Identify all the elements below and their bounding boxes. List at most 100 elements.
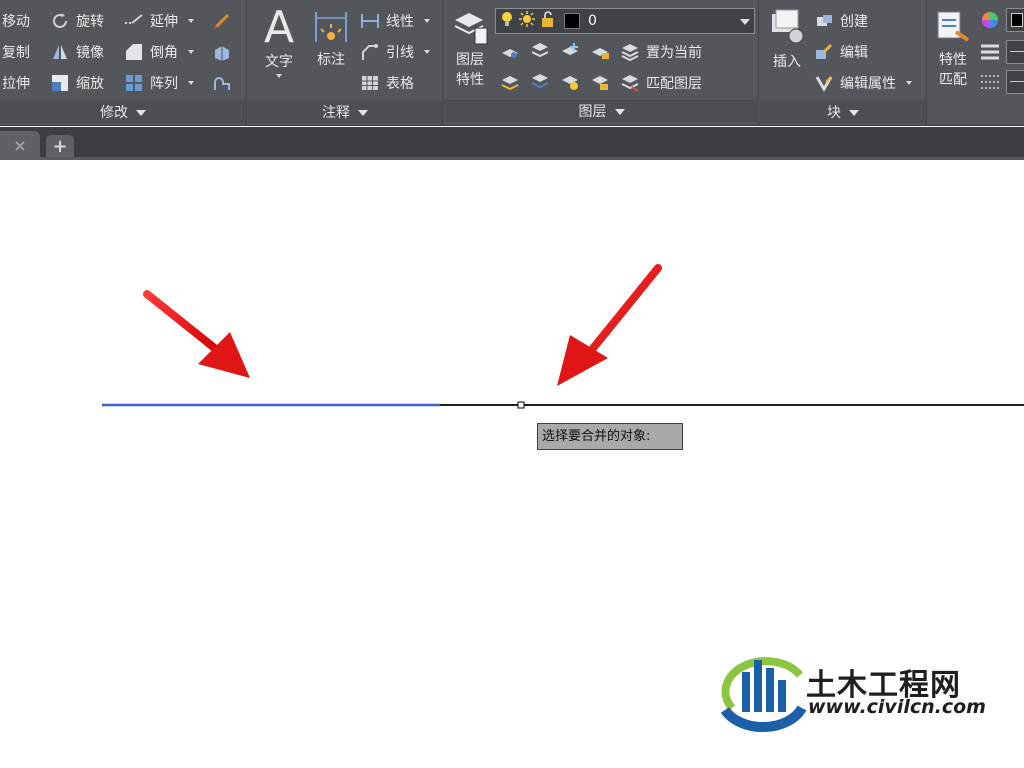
edit-block-icon: [814, 42, 834, 62]
edit-block-tool[interactable]: 编辑: [814, 39, 868, 65]
layer-walk-icon[interactable]: [500, 72, 520, 96]
panel-title-block[interactable]: 块: [760, 101, 926, 123]
match-properties-tool[interactable]: 特性 匹配: [930, 8, 976, 90]
chevron-down-icon: [614, 109, 625, 115]
move-tool[interactable]: 移动: [2, 8, 30, 34]
chamfer-tool[interactable]: 倒角: [124, 39, 194, 65]
new-tab-button[interactable]: +: [46, 135, 74, 157]
array-dropdown-icon[interactable]: [188, 81, 194, 85]
leader-icon: [360, 42, 380, 62]
layer-properties-tool[interactable]: 图层 特性: [448, 6, 492, 90]
color-wheel-icon[interactable]: [980, 10, 1000, 34]
chevron-down-icon: [358, 110, 368, 116]
linear-dropdown-icon[interactable]: [424, 19, 430, 23]
leader-dropdown-icon[interactable]: [424, 50, 430, 54]
linear-dimension-icon: [360, 11, 380, 31]
sun-icon: [518, 10, 536, 32]
stretch-tool[interactable]: 拉伸: [2, 70, 30, 96]
layer-set-current-icon: [620, 42, 640, 62]
layer-unlock-icon[interactable]: [590, 72, 610, 96]
layer-properties-icon: [451, 6, 489, 50]
explode-tool[interactable]: [212, 39, 232, 65]
linetype-icon[interactable]: [980, 72, 1000, 96]
pickbox-cursor: [517, 401, 525, 409]
match-layer-tool[interactable]: 匹配图层: [620, 70, 702, 96]
table-icon: [360, 73, 380, 93]
set-current-layer-tool[interactable]: 置为当前: [620, 39, 702, 65]
property-lineweight-combo[interactable]: [1006, 40, 1024, 64]
explode-icon: [212, 42, 232, 62]
close-icon: ×: [13, 136, 27, 155]
layer-off-icon[interactable]: [500, 41, 520, 65]
scale-tool[interactable]: 缩放: [50, 70, 104, 96]
layer-tools-row-2: [500, 72, 610, 96]
mirror-tool[interactable]: 镜像: [50, 39, 104, 65]
civilcn-logo: [720, 657, 807, 733]
table-tool[interactable]: 表格: [360, 70, 414, 96]
rotate-icon: [50, 11, 70, 31]
text-tool[interactable]: A 文字: [258, 4, 300, 78]
insert-block-tool[interactable]: 插入: [764, 8, 810, 72]
offset-tool[interactable]: [212, 70, 232, 96]
text-dropdown-icon[interactable]: [276, 74, 282, 78]
dimension-tool[interactable]: 标注: [310, 8, 352, 70]
unlock-icon: [540, 10, 556, 32]
panel-title-annotation[interactable]: 注释: [248, 101, 442, 123]
create-block-icon: [814, 11, 834, 31]
layer-isolate-icon[interactable]: [530, 41, 550, 65]
array-icon: [124, 73, 144, 93]
chevron-down-icon: [136, 110, 146, 116]
layer-lock-icon[interactable]: [590, 41, 610, 65]
erase-tool[interactable]: [212, 8, 232, 34]
rotate-tool[interactable]: 旋转: [50, 8, 104, 34]
scale-icon: [50, 73, 70, 93]
brush-icon: [212, 11, 232, 31]
watermark-url: www.civilcn.com: [808, 696, 986, 718]
offset-icon: [212, 73, 232, 93]
dimension-icon: [312, 8, 350, 50]
drawing-canvas[interactable]: 选择要合并的对象: 土木工程网 www.civilcn.com: [0, 160, 1024, 768]
chamfer-icon: [124, 42, 144, 62]
copy-tool[interactable]: 复制: [2, 39, 30, 65]
edit-attributes-tool[interactable]: 编辑属性: [814, 70, 912, 96]
layer-color-swatch: [564, 13, 580, 29]
property-linetype-combo[interactable]: [1006, 70, 1024, 94]
document-tab-bar: × +: [0, 127, 1024, 160]
layer-merge-icon[interactable]: [530, 72, 550, 96]
leader-tool[interactable]: 引线: [360, 39, 430, 65]
create-block-tool[interactable]: 创建: [814, 8, 868, 34]
layer-thaw-icon[interactable]: [560, 72, 580, 96]
extend-tool[interactable]: 延伸: [124, 8, 194, 34]
edit-attributes-dropdown-icon[interactable]: [906, 81, 912, 85]
annotation-arrow-left: [143, 290, 250, 378]
annotation-arrow-right: [557, 264, 662, 386]
close-tab-button[interactable]: ×: [0, 131, 40, 160]
match-layer-icon: [620, 73, 640, 93]
layer-tools-row-1: [500, 41, 610, 65]
panel-properties: 特性 匹配: [928, 0, 1024, 126]
chevron-down-icon: [740, 19, 750, 25]
panel-title-modify[interactable]: 修改: [0, 101, 246, 123]
panel-annotation: A 文字 标注 线性 引线 表格 注释: [248, 0, 443, 126]
chevron-down-icon: [849, 110, 859, 116]
edit-attributes-icon: [814, 73, 834, 93]
panel-title-layers[interactable]: 图层: [444, 100, 759, 122]
extend-dropdown-icon[interactable]: [188, 19, 194, 23]
lineweight-icon[interactable]: [980, 42, 1000, 66]
plus-icon: +: [52, 135, 68, 157]
command-prompt-tooltip: 选择要合并的对象:: [537, 423, 683, 450]
panel-block: 插入 创建 编辑 编辑属性 块: [760, 0, 927, 126]
insert-icon: [768, 8, 806, 52]
match-properties-icon: [934, 8, 972, 50]
text-icon: A: [263, 2, 295, 53]
linear-dim-tool[interactable]: 线性: [360, 8, 430, 34]
lightbulb-icon: [500, 10, 514, 32]
layer-dropdown[interactable]: 0: [495, 8, 755, 34]
panel-modify: 移动 复制 拉伸 旋转 镜像 缩放 延伸 倒角 阵列 修改: [0, 0, 247, 126]
ribbon: 移动 复制 拉伸 旋转 镜像 缩放 延伸 倒角 阵列 修改 A 文字 标注 线性…: [0, 0, 1024, 126]
property-color-combo[interactable]: [1006, 8, 1024, 32]
chamfer-dropdown-icon[interactable]: [188, 50, 194, 54]
extend-icon: [124, 11, 144, 31]
array-tool[interactable]: 阵列: [124, 70, 194, 96]
layer-freeze-icon[interactable]: [560, 41, 580, 65]
